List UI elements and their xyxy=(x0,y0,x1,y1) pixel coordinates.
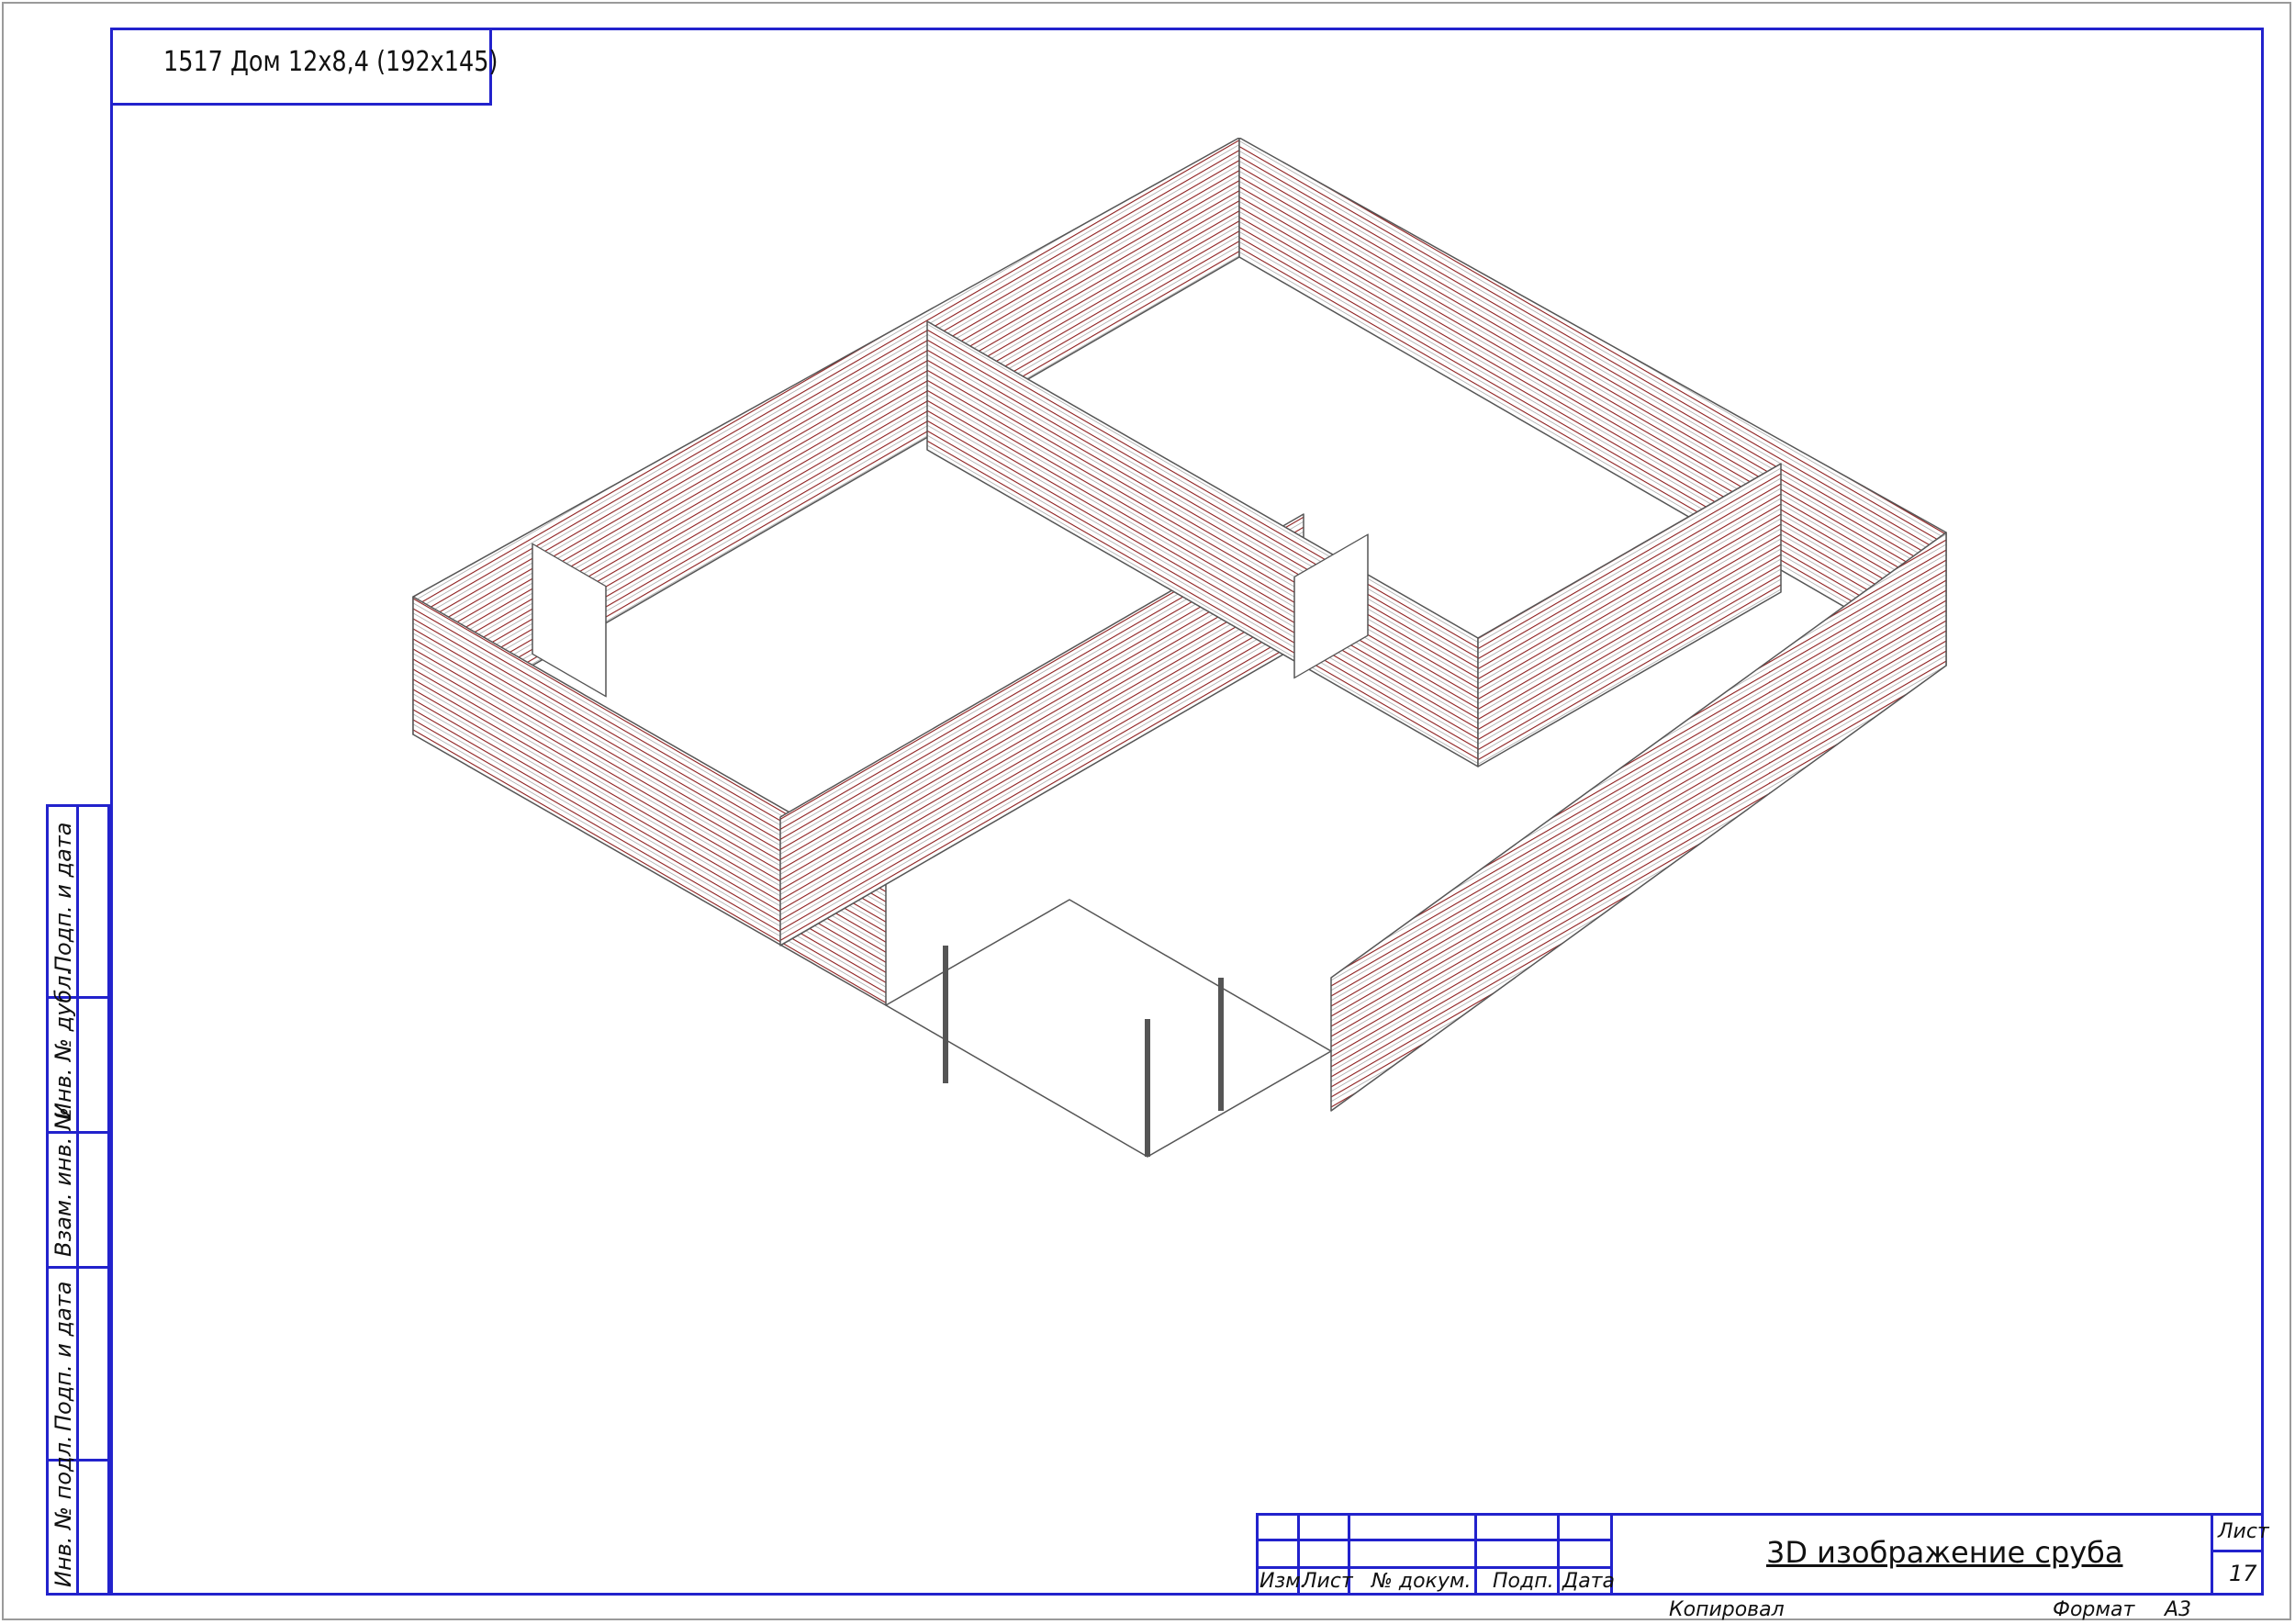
log-house-isometric xyxy=(412,138,1947,1158)
side-stamp-label: Подп. и дата xyxy=(50,1281,76,1432)
side-stamp-divider xyxy=(76,807,79,1593)
side-stamp-label: Взам. инв. № xyxy=(50,1107,76,1257)
stamp-col-izm: Изм. xyxy=(1259,1570,1307,1593)
stamp-col-doc: № докум. xyxy=(1371,1570,1472,1593)
sheet-title: 3D изображение сруба xyxy=(1766,1535,2123,1570)
porch-floor xyxy=(885,899,1332,1158)
side-stamp-label: Подп. и дата xyxy=(50,822,76,973)
drawing-title: 1517 Дом 12х8,4 (192х145) xyxy=(163,46,498,78)
sheet-label: Лист xyxy=(2218,1520,2269,1543)
title-block: Изм. Лист № докум. Подп. Дата 3D изображ… xyxy=(1256,1513,2269,1596)
side-stamp-label: Инв. № дубл. xyxy=(50,968,76,1119)
side-stamp-row-line xyxy=(49,1266,107,1269)
side-stamp-label: Инв. № подл. xyxy=(50,1435,76,1587)
format-value: А3 xyxy=(2165,1598,2192,1621)
stamp-col-sign: Подп. xyxy=(1493,1570,1554,1593)
side-stamp-strip: Подп. и дата Инв. № дубл. Взам. инв. № П… xyxy=(46,804,110,1596)
copied-label: Копировал xyxy=(1669,1598,1785,1621)
sheet-number: 17 xyxy=(2229,1561,2257,1586)
format-label: Формат xyxy=(2053,1598,2135,1621)
stamp-col-date: Дата xyxy=(1562,1570,1615,1593)
stamp-col-list: Лист xyxy=(1302,1570,1353,1593)
